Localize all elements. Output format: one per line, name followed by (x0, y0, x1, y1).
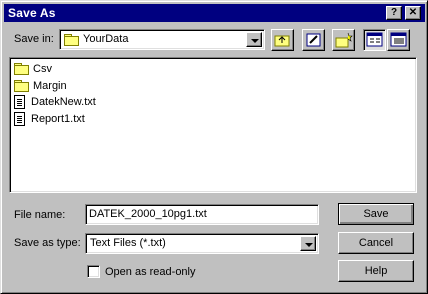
cancel-button[interactable]: Cancel (338, 232, 414, 254)
chevron-down-icon[interactable] (300, 236, 316, 251)
folder-icon (14, 80, 29, 92)
save-in-label: Save in: (14, 33, 54, 45)
help-button[interactable]: Help (338, 260, 414, 282)
read-only-label[interactable]: Open as read-only (105, 266, 196, 278)
file-name-label: File name: (14, 209, 66, 221)
file-name: Csv (33, 63, 52, 75)
new-folder-button[interactable] (332, 29, 355, 51)
file-name: Report1.txt (31, 113, 85, 125)
list-view-icon (366, 32, 383, 47)
file-name-field[interactable]: DATEK_2000_10pg1.txt (85, 204, 319, 225)
folder-icon (14, 63, 29, 75)
text-file-icon (14, 95, 25, 109)
folder-icon (64, 34, 79, 46)
file-list[interactable]: Csv Margin DatekNew.txt Report1.txt (9, 57, 417, 193)
text-file-icon (14, 112, 25, 126)
desktop-button[interactable] (302, 29, 325, 51)
window-title: Save As (8, 6, 56, 20)
save-as-type-dropdown[interactable]: Text Files (*.txt) (85, 233, 319, 254)
desktop-icon (306, 33, 321, 47)
title-bar[interactable]: Save As ? ✕ (4, 4, 425, 22)
file-name: Margin (33, 80, 67, 92)
list-item[interactable]: Report1.txt (14, 111, 85, 127)
list-item[interactable]: DatekNew.txt (14, 94, 96, 110)
list-view-button[interactable] (363, 29, 386, 51)
save-in-value: YourData (83, 33, 129, 45)
save-in-dropdown[interactable]: YourData (59, 29, 265, 50)
new-folder-icon (335, 32, 353, 48)
help-title-button[interactable]: ? (386, 6, 402, 20)
save-as-type-value: Text Files (*.txt) (90, 237, 166, 249)
save-button[interactable]: Save (338, 203, 414, 225)
list-item[interactable]: Csv (14, 61, 52, 77)
read-only-checkbox[interactable] (87, 265, 100, 278)
up-one-level-icon (274, 35, 290, 47)
close-button[interactable]: ✕ (405, 6, 421, 20)
save-as-type-label: Save as type: (14, 237, 81, 249)
save-as-dialog: Save As ? ✕ Save in: YourData Csv Margin… (0, 0, 428, 294)
chevron-down-icon[interactable] (246, 32, 262, 47)
file-name: DatekNew.txt (31, 96, 96, 108)
details-view-button[interactable] (387, 29, 410, 51)
details-view-icon (390, 32, 407, 47)
list-item[interactable]: Margin (14, 78, 67, 94)
up-one-level-button[interactable] (271, 29, 294, 51)
